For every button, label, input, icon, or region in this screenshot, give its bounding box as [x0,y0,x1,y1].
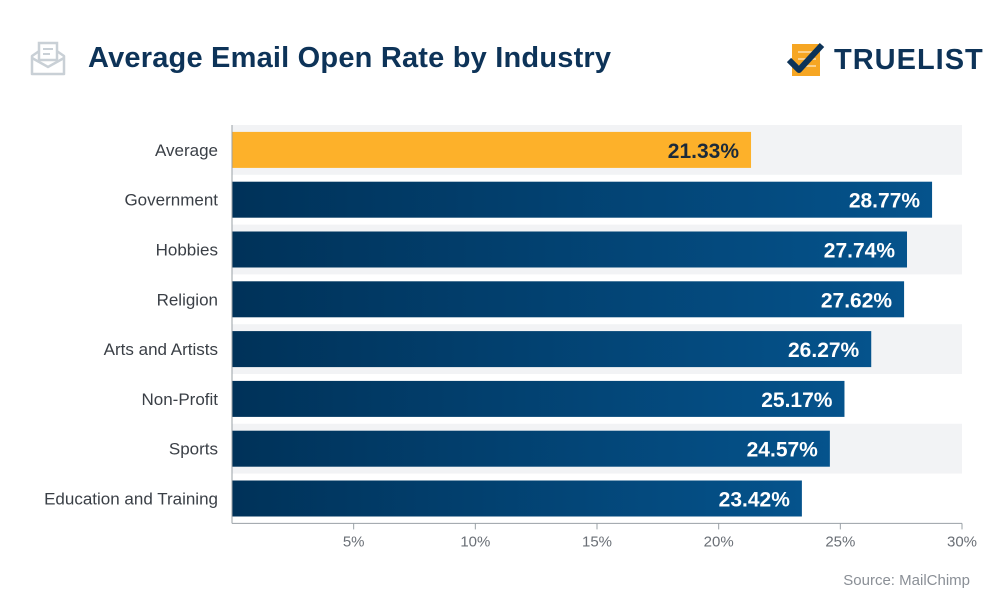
value-label: 21.33% [668,140,740,163]
x-tick-label: 30% [947,533,977,550]
value-label: 27.62% [821,289,893,312]
bar-government [232,181,933,218]
bar-hobbies [232,231,908,268]
bar-chart: Average 21.33% Government 28.77% Hobbies 27.7… [44,125,977,550]
category-label: Hobbies [156,241,218,260]
source-note: Source: MailChimp [843,572,970,589]
x-tick-label: 20% [704,533,734,550]
x-tick-label: 10% [460,533,490,550]
value-label: 24.57% [747,439,819,462]
value-label: 28.77% [849,190,921,213]
bar-sports [232,430,830,467]
x-tick-label: 15% [582,533,612,550]
value-label: 27.74% [824,240,896,263]
category-label: Government [124,191,218,210]
category-label: Sports [169,440,218,459]
x-tick-label: 5% [343,533,365,550]
category-label: Religion [157,290,218,309]
value-label: 23.42% [719,489,791,512]
value-label: 25.17% [761,389,833,412]
bar-religion [232,281,905,318]
category-label: Arts and Artists [104,340,218,359]
category-label: Non-Profit [141,390,218,409]
bar-arts-and-artists [232,331,872,368]
x-tick-label: 25% [825,533,855,550]
bar-education-and-training [232,480,802,517]
bar-non-profit [232,380,845,417]
category-label: Average [155,141,218,160]
category-label: Education and Training [44,490,218,509]
value-label: 26.27% [788,339,860,362]
